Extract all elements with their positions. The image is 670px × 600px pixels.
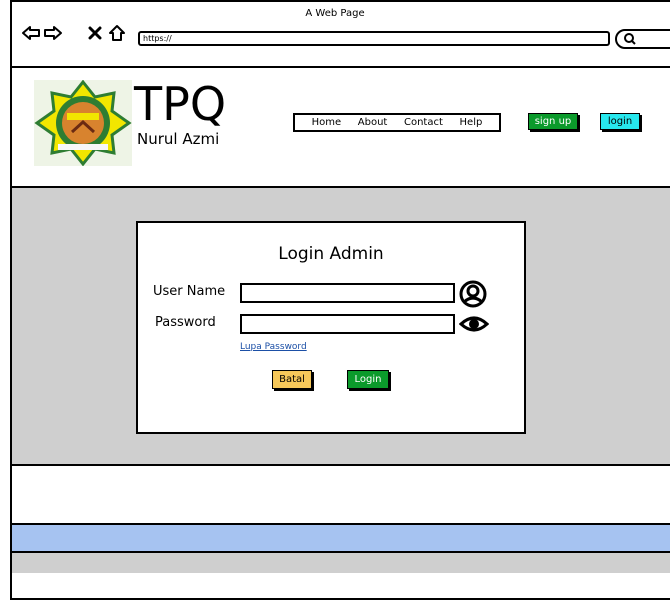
nav-item-contact[interactable]: Contact — [404, 117, 443, 128]
footer — [12, 466, 670, 524]
cancel-button[interactable]: Batal — [272, 370, 312, 389]
submit-login-button[interactable]: Login — [347, 370, 389, 389]
password-label: Password — [155, 315, 216, 330]
status-bar — [12, 525, 670, 551]
brand-title: TPQ — [134, 77, 227, 131]
forward-icon[interactable] — [42, 22, 64, 44]
nav-item-help[interactable]: Help — [460, 117, 483, 128]
signup-button[interactable]: sign up — [528, 113, 578, 130]
home-icon[interactable] — [106, 22, 128, 44]
browser-search[interactable] — [615, 29, 670, 49]
login-title: Login Admin — [278, 244, 384, 264]
nav-item-home[interactable]: Home — [312, 117, 342, 128]
window-title: A Web Page — [305, 8, 365, 19]
forgot-password-link[interactable]: Lupa Password — [240, 342, 307, 352]
nav-menu: Home About Contact Help — [293, 113, 501, 132]
back-icon[interactable] — [20, 22, 42, 44]
tpq-logo — [34, 79, 132, 167]
brand-subtitle: Nurul Azmi — [137, 130, 220, 148]
search-icon — [624, 33, 636, 45]
eye-icon[interactable] — [458, 312, 490, 336]
close-icon[interactable] — [84, 22, 106, 44]
nav-item-about[interactable]: About — [358, 117, 388, 128]
username-label: User Name — [153, 284, 226, 299]
password-input[interactable] — [240, 314, 455, 334]
user-icon — [459, 280, 487, 308]
divider — [10, 66, 670, 68]
username-input[interactable] — [240, 283, 455, 303]
bottom-area — [12, 553, 670, 573]
url-bar[interactable]: https:// — [138, 31, 610, 46]
login-button[interactable]: login — [600, 113, 640, 130]
